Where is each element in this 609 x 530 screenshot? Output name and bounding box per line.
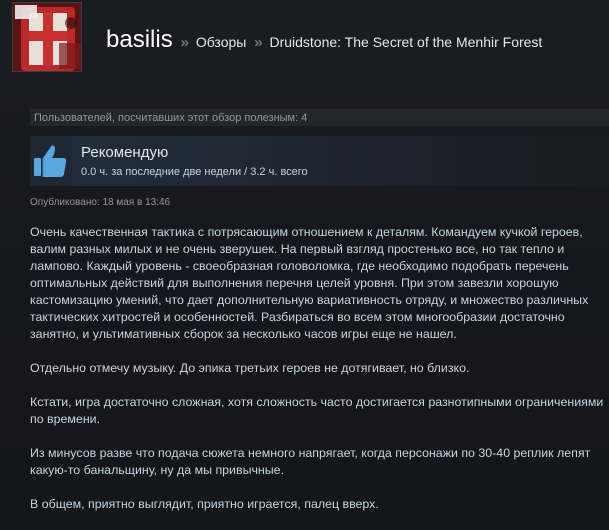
playtime-hours: 0.0 ч. за последние две недели / 3.2 ч. …	[81, 166, 308, 178]
review-paragraph: Отдельно отмечу музыку. До эпика третьих…	[30, 361, 470, 375]
profile-header: basilis » Обзоры » Druidstone: The Secre…	[0, 0, 609, 86]
helpful-count: Пользователей, посчитавших этот обзор по…	[30, 109, 609, 126]
review-content: Пользователей, посчитавших этот обзор по…	[0, 86, 609, 530]
review-paragraph: В общем, приятно выглядит, приятно играе…	[30, 497, 379, 511]
username-link[interactable]: basilis	[106, 26, 173, 53]
breadcrumb-reviews-link[interactable]: Обзоры	[196, 34, 247, 50]
review-paragraph: Из минусов разве что подача сюжета немно…	[30, 446, 591, 477]
recommendation-box[interactable]: Рекомендую 0.0 ч. за последние две недел…	[30, 136, 609, 186]
breadcrumb-separator: »	[180, 34, 189, 51]
review-paragraph: Кстати, игра достаточно сложная, хотя сл…	[30, 395, 604, 426]
avatar[interactable]	[12, 2, 82, 72]
review-paragraph: Очень качественная тактика с потрясающим…	[30, 225, 589, 341]
breadcrumb: basilis » Обзоры » Druidstone: The Secre…	[106, 26, 542, 54]
breadcrumb-separator: »	[254, 34, 263, 51]
thumbs-up-icon	[30, 136, 72, 186]
recommendation-title: Рекомендую	[81, 144, 169, 161]
posted-date: Опубликовано: 18 мая в 13:46	[30, 197, 171, 208]
breadcrumb-game-link[interactable]: Druidstone: The Secret of the Menhir For…	[269, 34, 542, 50]
avatar-image-icon	[13, 3, 81, 71]
review-body: Очень качественная тактика с потрясающим…	[30, 224, 606, 530]
